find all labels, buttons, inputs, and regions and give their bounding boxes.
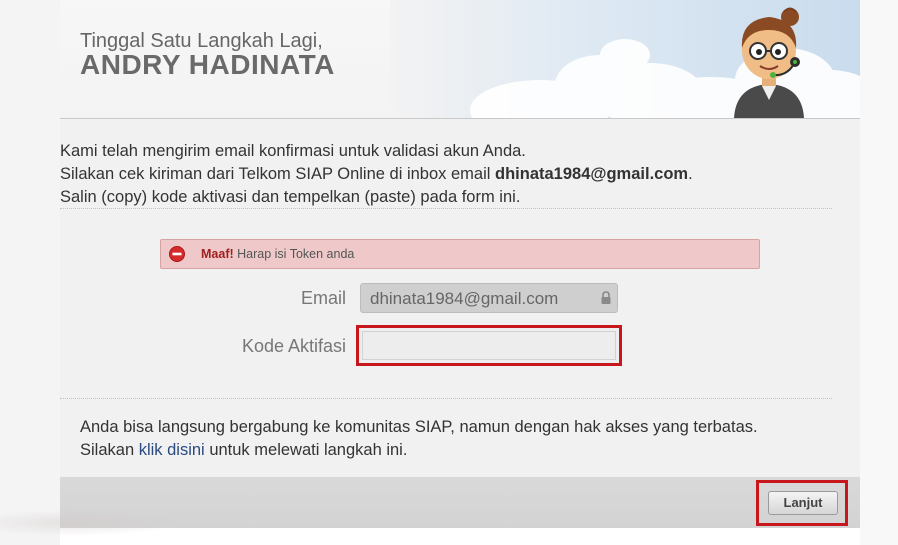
info-line: Silakan cek kiriman dari Telkom SIAP Onl… (60, 163, 860, 186)
activation-code-label: Kode Aktifasi (241, 336, 346, 356)
email-value: dhinata1984@gmail.com (370, 289, 559, 308)
email-label: Email (300, 288, 346, 308)
page-margin-right (860, 0, 898, 545)
bottom-shadow (0, 510, 180, 536)
divider (60, 208, 832, 209)
user-name: ANDRY HADINATA (80, 49, 335, 80)
error-icon (169, 246, 185, 262)
community-text: untuk melewati langkah ini. (204, 441, 408, 459)
activation-panel: Tinggal Satu Langkah Lagi, ANDRY HADINAT… (60, 0, 860, 528)
next-button-highlight: Lanjut (756, 480, 848, 526)
community-line: Silakan klik disini untuk melewati langk… (80, 439, 840, 462)
activation-code-input[interactable] (362, 331, 616, 360)
info-text: . (688, 165, 693, 183)
page-margin-left (0, 0, 60, 545)
footer-bar (60, 477, 860, 528)
community-info: Anda bisa langsung bergabung ke komunita… (80, 416, 840, 462)
email-highlight: dhinata1984@gmail.com (495, 165, 689, 183)
operator-mascot-icon (734, 7, 804, 118)
info-line: Salin (copy) kode aktivasi dan tempelkan… (60, 188, 521, 206)
alert-body: Harap isi Token anda (237, 247, 355, 261)
alert-message: Maaf! Harap isi Token anda (201, 247, 354, 261)
divider (60, 398, 832, 399)
info-text: Silakan cek kiriman dari Telkom SIAP Onl… (60, 165, 496, 183)
error-alert: Maaf! Harap isi Token anda (160, 239, 760, 269)
community-line: Anda bisa langsung bergabung ke komunita… (80, 418, 758, 436)
community-text: Silakan (80, 441, 139, 459)
info-line: Kami telah mengirim email konfirmasi unt… (60, 142, 526, 160)
panel-header: Tinggal Satu Langkah Lagi, ANDRY HADINAT… (60, 0, 860, 119)
lock-icon (601, 291, 611, 304)
skip-link[interactable]: klik disini (139, 441, 205, 459)
next-button[interactable]: Lanjut (768, 491, 838, 515)
activation-code-highlight (356, 325, 622, 366)
email-field: dhinata1984@gmail.com (360, 283, 618, 313)
alert-title: Maaf! (201, 247, 234, 261)
confirmation-info: Kami telah mengirim email konfirmasi unt… (60, 140, 860, 209)
